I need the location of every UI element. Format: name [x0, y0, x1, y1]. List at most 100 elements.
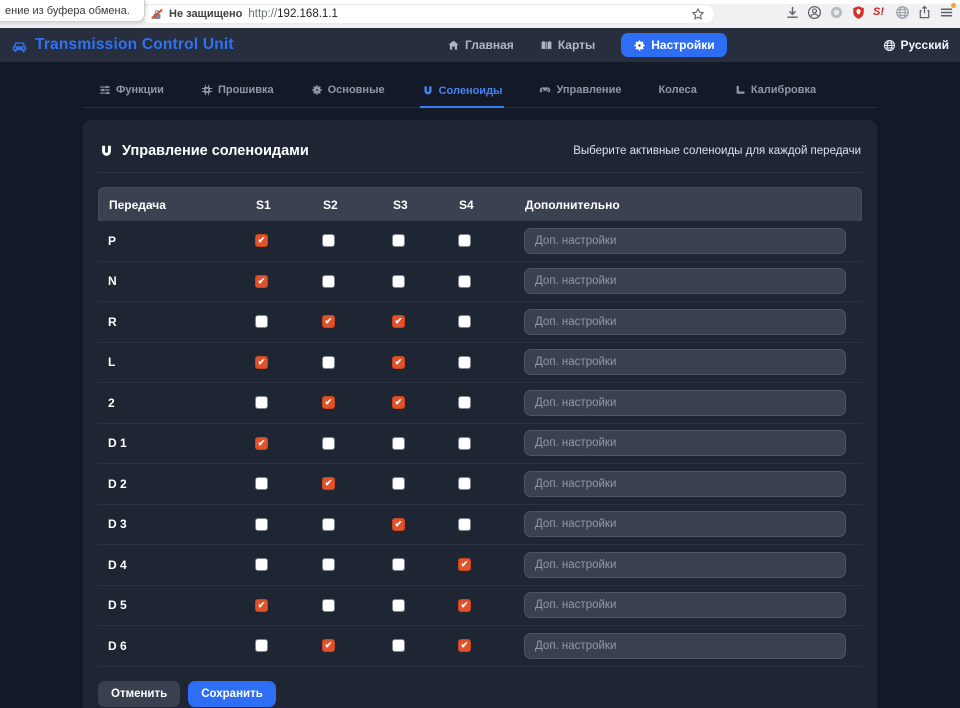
checkbox-s3-D4[interactable]	[392, 558, 405, 571]
checkbox-s3-2[interactable]	[392, 396, 405, 409]
checkbox-s1-D5[interactable]	[255, 599, 268, 612]
checkbox-s1-R[interactable]	[255, 315, 268, 328]
checkbox-s2-2[interactable]	[322, 396, 335, 409]
gear-label: 2	[98, 396, 255, 410]
app-brand[interactable]: Transmission Control Unit	[11, 36, 234, 54]
checkbox-s1-N[interactable]	[255, 275, 268, 288]
tab-функции[interactable]: Функции	[97, 76, 166, 107]
checkbox-s2-N[interactable]	[322, 275, 335, 288]
checkbox-s1-D2[interactable]	[255, 477, 268, 490]
globe-extension-icon[interactable]	[895, 5, 910, 20]
checkbox-s3-D3[interactable]	[392, 518, 405, 531]
extra-settings-input[interactable]	[524, 430, 846, 456]
solenoid-panel: Управление соленоидами Выберите активные…	[83, 120, 877, 708]
table-row: D 6	[98, 626, 862, 667]
checkbox-s3-D2[interactable]	[392, 477, 405, 490]
insecure-lock-icon[interactable]	[151, 8, 163, 21]
nav-item-главная[interactable]: Главная	[447, 38, 514, 52]
checkbox-s4-R[interactable]	[458, 315, 471, 328]
checkbox-s4-N[interactable]	[458, 275, 471, 288]
panel-header: Управление соленоидами Выберите активные…	[98, 134, 862, 173]
checkbox-s1-D4[interactable]	[255, 558, 268, 571]
checkbox-s2-D1[interactable]	[322, 437, 335, 450]
nav-item-настройки[interactable]: Настройки	[621, 33, 726, 57]
checkbox-s4-D2[interactable]	[458, 477, 471, 490]
checkbox-s1-D1[interactable]	[255, 437, 268, 450]
extension-circle-icon[interactable]	[829, 5, 844, 20]
browser-menu-icon[interactable]	[939, 5, 954, 20]
extra-settings-input[interactable]	[524, 511, 846, 537]
checkbox-s2-D2[interactable]	[322, 477, 335, 490]
cancel-button[interactable]: Отменить	[98, 681, 180, 707]
save-button[interactable]: Сохранить	[188, 681, 276, 707]
language-selector[interactable]: Русский	[883, 38, 950, 52]
adguard-shield-icon[interactable]	[851, 5, 866, 20]
table-row: D 1	[98, 424, 862, 465]
checkbox-s2-D3[interactable]	[322, 518, 335, 531]
checkbox-s1-D6[interactable]	[255, 639, 268, 652]
tab-соленоиды[interactable]: Соленоиды	[420, 76, 505, 108]
app-navbar: Transmission Control Unit Главная Карты На…	[0, 28, 960, 62]
s-extension-icon[interactable]: S!	[873, 5, 888, 20]
nav-item-карты[interactable]: Карты	[540, 38, 595, 52]
checkbox-s4-D4[interactable]	[458, 558, 471, 571]
panel-title: Управление соленоидами	[99, 143, 309, 159]
checkbox-s2-L[interactable]	[322, 356, 335, 369]
checkbox-s1-P[interactable]	[255, 234, 268, 247]
tab-прошивка[interactable]: Прошивка	[199, 76, 276, 107]
checkbox-s4-D3[interactable]	[458, 518, 471, 531]
checkbox-s2-P[interactable]	[322, 234, 335, 247]
extra-settings-input[interactable]	[524, 349, 846, 375]
settings-tabs: Функции Прошивка Основные Соленоиды Управлен…	[83, 76, 877, 108]
checkbox-s4-D5[interactable]	[458, 599, 471, 612]
checkbox-s3-R[interactable]	[392, 315, 405, 328]
checkbox-s3-D1[interactable]	[392, 437, 405, 450]
map-icon	[540, 39, 553, 52]
table-row: N	[98, 262, 862, 303]
checkbox-s3-N[interactable]	[392, 275, 405, 288]
checkbox-s2-D4[interactable]	[322, 558, 335, 571]
extra-settings-input[interactable]	[524, 471, 846, 497]
extra-settings-input[interactable]	[524, 268, 846, 294]
language-label: Русский	[901, 38, 950, 52]
security-label: Не защищено	[169, 8, 242, 20]
checkbox-s3-D6[interactable]	[392, 639, 405, 652]
checkbox-s1-2[interactable]	[255, 396, 268, 409]
extra-settings-input[interactable]	[524, 309, 846, 335]
checkbox-s1-L[interactable]	[255, 356, 268, 369]
extra-settings-input[interactable]	[524, 390, 846, 416]
tab-управление[interactable]: Управление	[537, 76, 623, 107]
checkbox-s4-D1[interactable]	[458, 437, 471, 450]
account-icon[interactable]	[807, 5, 822, 20]
table-row: 2	[98, 383, 862, 424]
magnet-icon	[422, 85, 434, 97]
address-bar[interactable]: Не защищено http://192.168.1.1	[141, 4, 715, 24]
checkbox-s4-L[interactable]	[458, 356, 471, 369]
tab-калибровка[interactable]: Калибровка	[732, 76, 818, 107]
checkbox-s3-L[interactable]	[392, 356, 405, 369]
checkbox-s1-D3[interactable]	[255, 518, 268, 531]
checkbox-s4-2[interactable]	[458, 396, 471, 409]
extra-settings-input[interactable]	[524, 592, 846, 618]
checkbox-s4-D6[interactable]	[458, 639, 471, 652]
table-row: D 3	[98, 505, 862, 546]
extra-settings-input[interactable]	[524, 552, 846, 578]
checkbox-s4-P[interactable]	[458, 234, 471, 247]
checkbox-s2-D6[interactable]	[322, 639, 335, 652]
globe-icon	[883, 39, 896, 52]
bookmark-star-icon[interactable]	[691, 7, 705, 21]
checkbox-s2-D5[interactable]	[322, 599, 335, 612]
checkbox-s3-P[interactable]	[392, 234, 405, 247]
checkbox-s2-R[interactable]	[322, 315, 335, 328]
table-row: P	[98, 221, 862, 262]
extra-settings-input[interactable]	[524, 633, 846, 659]
share-icon[interactable]	[917, 5, 932, 20]
gear-label: D 5	[98, 598, 255, 612]
main-nav: Главная Карты Настройки	[447, 33, 727, 57]
checkbox-s3-D5[interactable]	[392, 599, 405, 612]
url-text[interactable]: http://192.168.1.1	[248, 8, 338, 20]
download-icon[interactable]	[785, 5, 800, 20]
tab-колеса[interactable]: Колеса	[656, 76, 698, 107]
tab-основные[interactable]: Основные	[309, 76, 387, 107]
extra-settings-input[interactable]	[524, 228, 846, 254]
